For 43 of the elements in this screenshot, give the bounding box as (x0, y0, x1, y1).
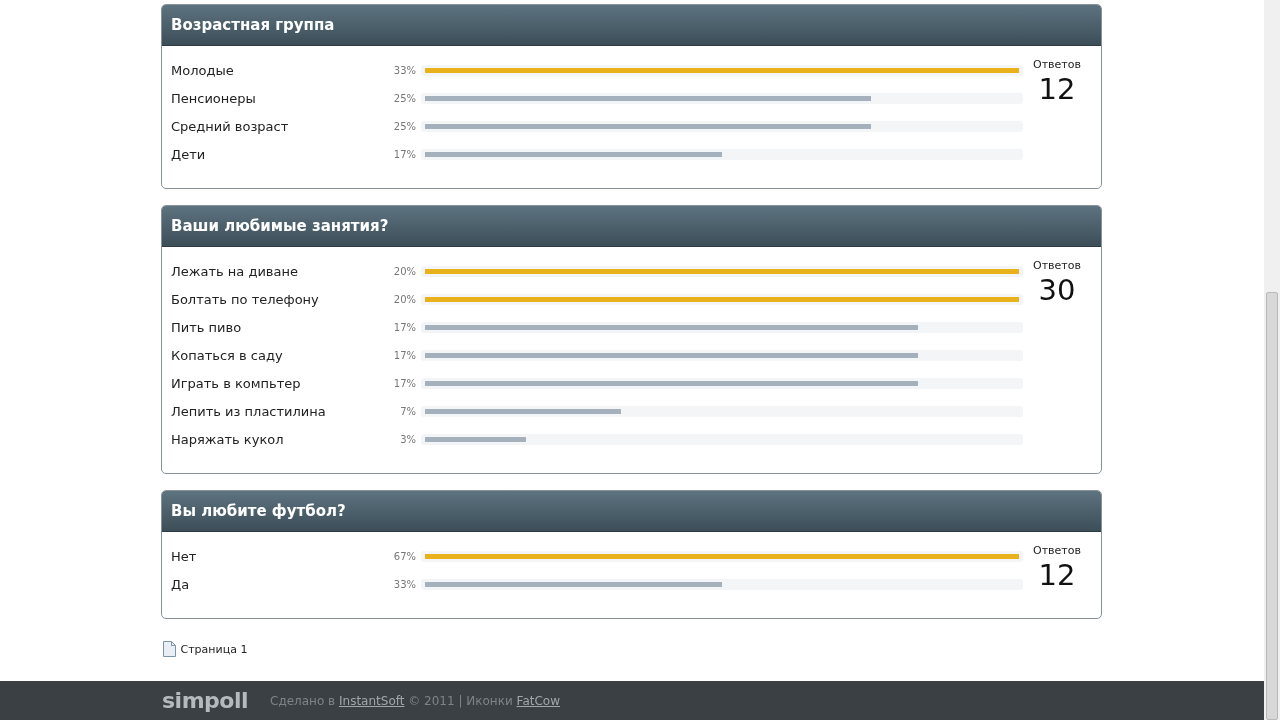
option-label: Пенсионеры (171, 90, 257, 106)
scrollbar-thumb[interactable] (1266, 292, 1278, 720)
option-label: Средний возраст (171, 118, 290, 134)
option-percent: 17% (392, 377, 416, 389)
option-label: Лежать на диване (171, 263, 299, 279)
option-percent: 25% (392, 92, 416, 104)
credit-text: Сделано в InstantSoft © 2011 | Иконки FatCow (270, 693, 560, 708)
logo[interactable]: simpoll (162, 688, 248, 713)
instantsoft-link[interactable]: InstantSoft (339, 693, 405, 708)
option-percent: 67% (392, 550, 416, 562)
answers-count: 12 (1038, 557, 1076, 593)
option-label: Копаться в саду (171, 347, 284, 363)
scrollbar[interactable] (1264, 0, 1280, 720)
option-percent: 33% (392, 578, 416, 590)
poll-title: Ваши любимые занятия? (162, 206, 1101, 247)
option-label: Наряжать кукол (171, 431, 285, 447)
poll-title: Возрастная группа (162, 5, 1101, 46)
option-label: Молодые (171, 62, 235, 78)
answers-label: Ответов (1033, 544, 1081, 557)
option-percent: 17% (392, 349, 416, 361)
fatcow-link[interactable]: FatCow (516, 693, 560, 708)
answers-count: 12 (1038, 71, 1076, 107)
option-label: Играть в компьтер (171, 375, 302, 391)
option-percent: 3% (399, 433, 416, 445)
option-percent: 7% (399, 405, 416, 417)
option-percent: 17% (392, 148, 416, 160)
option-label: Болтать по телефону (171, 291, 320, 307)
page-label[interactable]: Страница 1 (180, 642, 248, 656)
option-label: Лепить из пластилина (171, 403, 327, 419)
option-label: Дети (171, 146, 207, 162)
answers-label: Ответов (1033, 58, 1081, 71)
option-label: Нет (171, 548, 198, 564)
option-label: Да (171, 576, 191, 592)
option-percent: 20% (392, 265, 416, 277)
option-percent: 25% (392, 120, 416, 132)
answers-label: Ответов (1033, 259, 1081, 272)
poll-title: Вы любите футбол? (162, 491, 1101, 532)
option-label: Пить пиво (171, 319, 243, 335)
option-percent: 20% (392, 293, 416, 305)
answers-count: 30 (1038, 272, 1076, 308)
option-percent: 17% (392, 321, 416, 333)
document-icon (162, 641, 176, 657)
option-percent: 33% (392, 64, 416, 76)
